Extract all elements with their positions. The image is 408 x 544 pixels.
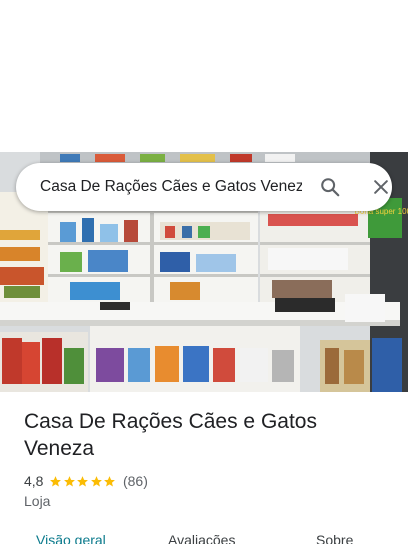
reviews-count[interactable]: (86) [123,473,148,489]
rating-stars [49,475,117,488]
star-icon [50,475,62,486]
place-category: Loja [24,493,51,509]
map-area-blank [0,0,408,152]
close-icon [374,180,388,194]
search-button[interactable] [316,173,344,201]
tab-reviews[interactable]: Avaliações [168,532,235,544]
rating-row[interactable]: 4,8 (86) [24,472,148,490]
star-icon [104,475,116,486]
star-icon [91,475,102,486]
rating-value: 4,8 [24,473,44,489]
place-title: Casa De Rações Cães e Gatos Veneza [24,410,317,460]
search-icon [321,178,340,197]
place-tabs: Visão geral Avaliações Sobre [0,528,408,544]
star-icon [64,475,75,486]
search-bar[interactable]: Casa De Rações Cães e Gatos Venez [16,163,392,211]
search-input[interactable]: Casa De Rações Cães e Gatos Venez [40,163,302,211]
tab-overview[interactable]: Visão geral [36,532,106,544]
tab-about[interactable]: Sobre [316,532,353,544]
star-icon [77,475,89,486]
clear-search-button[interactable] [367,173,395,201]
